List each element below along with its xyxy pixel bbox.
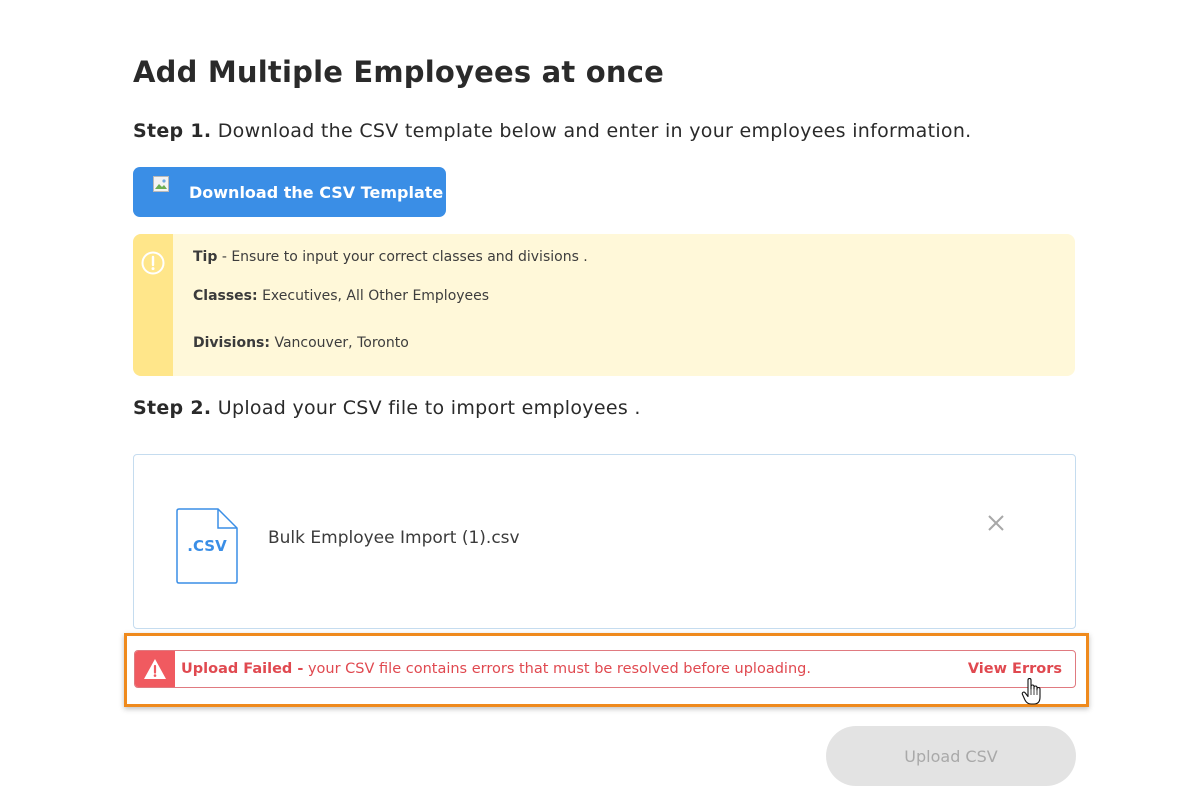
view-errors-link[interactable]: View Errors [968,661,1062,677]
page-title: Add Multiple Employees at once [133,55,664,89]
step-1-text: Download the CSV template below and ente… [211,120,972,142]
upload-csv-button[interactable]: Upload CSV [826,726,1076,786]
divisions-value: Vancouver, Toronto [270,335,409,351]
download-template-button[interactable]: Download the CSV Template [133,167,446,217]
file-name: Bulk Employee Import (1).csv [268,528,520,548]
classes-label: Classes: [193,288,258,304]
step-2-text: Upload your CSV file to import employees… [211,397,641,419]
upload-error-banner: Upload Failed - your CSV file contains e… [134,650,1076,688]
step-1-instruction: Step 1. Download the CSV template below … [133,120,972,142]
step-2-label: Step 2. [133,397,212,419]
warning-triangle-icon [144,659,166,679]
exclamation-circle-icon [141,251,165,275]
error-text: your CSV file contains errors that must … [303,661,811,677]
tip-text: Tip - Ensure to input your correct class… [193,249,588,265]
file-upload-dropzone[interactable]: .CSV Bulk Employee Import (1).csv [133,454,1076,629]
tip-divisions: Divisions: Vancouver, Toronto [193,335,409,351]
tip-body: - Ensure to input your correct classes a… [217,249,588,265]
tip-classes: Classes: Executives, All Other Employees [193,288,489,304]
tip-accent-bar [133,234,173,376]
error-message: Upload Failed - your CSV file contains e… [181,661,811,677]
classes-value: Executives, All Other Employees [257,288,490,304]
hand-cursor-icon [1021,678,1041,705]
tip-panel: Tip - Ensure to input your correct class… [133,234,1075,376]
error-title: Upload Failed - [181,661,304,677]
divisions-label: Divisions: [193,335,270,351]
step-2-instruction: Step 2. Upload your CSV file to import e… [133,397,641,419]
csv-file-icon: .CSV [176,508,238,584]
download-template-label: Download the CSV Template [189,182,444,202]
tip-heading: Tip [193,249,218,265]
csv-file-icon-label: .CSV [187,537,227,555]
close-icon[interactable] [985,512,1007,534]
broken-image-icon [153,176,169,192]
error-icon-box [135,651,175,687]
step-1-label: Step 1. [133,120,212,142]
